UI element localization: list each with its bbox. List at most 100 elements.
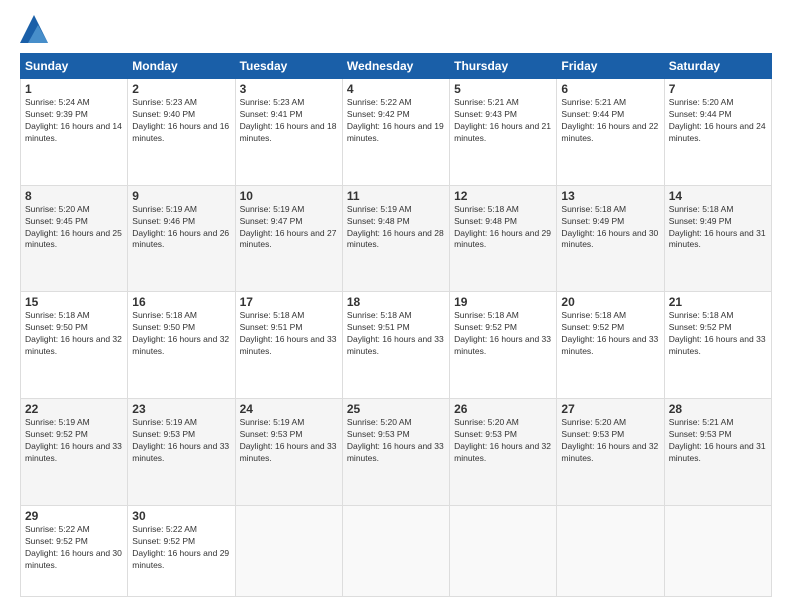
day-info: Sunrise: 5:19 AMSunset: 9:53 PMDaylight:… [240,417,337,463]
day-number: 18 [347,295,445,309]
day-info: Sunrise: 5:22 AMSunset: 9:42 PMDaylight:… [347,97,444,143]
calendar-day-header: Thursday [450,54,557,79]
day-number: 27 [561,402,659,416]
day-number: 5 [454,82,552,96]
calendar-cell: 22 Sunrise: 5:19 AMSunset: 9:52 PMDaylig… [21,399,128,506]
calendar-cell: 12 Sunrise: 5:18 AMSunset: 9:48 PMDaylig… [450,185,557,292]
calendar-day-header: Monday [128,54,235,79]
calendar-cell [235,505,342,596]
calendar-cell: 15 Sunrise: 5:18 AMSunset: 9:50 PMDaylig… [21,292,128,399]
calendar-day-header: Friday [557,54,664,79]
day-info: Sunrise: 5:24 AMSunset: 9:39 PMDaylight:… [25,97,122,143]
calendar-cell: 6 Sunrise: 5:21 AMSunset: 9:44 PMDayligh… [557,79,664,186]
day-info: Sunrise: 5:18 AMSunset: 9:52 PMDaylight:… [561,310,658,356]
calendar-cell: 4 Sunrise: 5:22 AMSunset: 9:42 PMDayligh… [342,79,449,186]
calendar-day-header: Saturday [664,54,771,79]
calendar-cell: 23 Sunrise: 5:19 AMSunset: 9:53 PMDaylig… [128,399,235,506]
calendar-cell: 14 Sunrise: 5:18 AMSunset: 9:49 PMDaylig… [664,185,771,292]
calendar-cell: 5 Sunrise: 5:21 AMSunset: 9:43 PMDayligh… [450,79,557,186]
day-number: 30 [132,509,230,523]
day-number: 24 [240,402,338,416]
day-number: 8 [25,189,123,203]
calendar-cell: 1 Sunrise: 5:24 AMSunset: 9:39 PMDayligh… [21,79,128,186]
calendar-week-row: 8 Sunrise: 5:20 AMSunset: 9:45 PMDayligh… [21,185,772,292]
calendar-cell: 17 Sunrise: 5:18 AMSunset: 9:51 PMDaylig… [235,292,342,399]
day-info: Sunrise: 5:23 AMSunset: 9:40 PMDaylight:… [132,97,229,143]
day-info: Sunrise: 5:21 AMSunset: 9:43 PMDaylight:… [454,97,551,143]
day-number: 21 [669,295,767,309]
day-info: Sunrise: 5:22 AMSunset: 9:52 PMDaylight:… [132,524,229,570]
day-info: Sunrise: 5:20 AMSunset: 9:44 PMDaylight:… [669,97,766,143]
calendar-cell: 21 Sunrise: 5:18 AMSunset: 9:52 PMDaylig… [664,292,771,399]
calendar-week-row: 29 Sunrise: 5:22 AMSunset: 9:52 PMDaylig… [21,505,772,596]
day-info: Sunrise: 5:20 AMSunset: 9:53 PMDaylight:… [347,417,444,463]
calendar-cell: 29 Sunrise: 5:22 AMSunset: 9:52 PMDaylig… [21,505,128,596]
day-number: 29 [25,509,123,523]
day-info: Sunrise: 5:18 AMSunset: 9:52 PMDaylight:… [454,310,551,356]
header [20,15,772,43]
day-info: Sunrise: 5:21 AMSunset: 9:44 PMDaylight:… [561,97,658,143]
calendar-cell: 9 Sunrise: 5:19 AMSunset: 9:46 PMDayligh… [128,185,235,292]
day-info: Sunrise: 5:20 AMSunset: 9:53 PMDaylight:… [561,417,658,463]
day-info: Sunrise: 5:20 AMSunset: 9:45 PMDaylight:… [25,204,122,250]
day-info: Sunrise: 5:19 AMSunset: 9:52 PMDaylight:… [25,417,122,463]
calendar-cell: 16 Sunrise: 5:18 AMSunset: 9:50 PMDaylig… [128,292,235,399]
day-number: 23 [132,402,230,416]
day-info: Sunrise: 5:19 AMSunset: 9:53 PMDaylight:… [132,417,229,463]
calendar-table: SundayMondayTuesdayWednesdayThursdayFrid… [20,53,772,597]
calendar-cell: 7 Sunrise: 5:20 AMSunset: 9:44 PMDayligh… [664,79,771,186]
day-number: 26 [454,402,552,416]
day-number: 19 [454,295,552,309]
day-info: Sunrise: 5:18 AMSunset: 9:50 PMDaylight:… [132,310,229,356]
calendar-cell: 10 Sunrise: 5:19 AMSunset: 9:47 PMDaylig… [235,185,342,292]
day-number: 11 [347,189,445,203]
day-info: Sunrise: 5:18 AMSunset: 9:51 PMDaylight:… [240,310,337,356]
calendar-cell: 24 Sunrise: 5:19 AMSunset: 9:53 PMDaylig… [235,399,342,506]
calendar-cell: 19 Sunrise: 5:18 AMSunset: 9:52 PMDaylig… [450,292,557,399]
page: SundayMondayTuesdayWednesdayThursdayFrid… [0,0,792,612]
day-info: Sunrise: 5:18 AMSunset: 9:49 PMDaylight:… [561,204,658,250]
calendar-cell: 13 Sunrise: 5:18 AMSunset: 9:49 PMDaylig… [557,185,664,292]
calendar-cell [557,505,664,596]
calendar-week-row: 15 Sunrise: 5:18 AMSunset: 9:50 PMDaylig… [21,292,772,399]
calendar-cell: 27 Sunrise: 5:20 AMSunset: 9:53 PMDaylig… [557,399,664,506]
day-number: 13 [561,189,659,203]
day-info: Sunrise: 5:18 AMSunset: 9:49 PMDaylight:… [669,204,766,250]
day-number: 14 [669,189,767,203]
day-number: 1 [25,82,123,96]
calendar-cell [450,505,557,596]
calendar-day-header: Wednesday [342,54,449,79]
calendar-day-header: Tuesday [235,54,342,79]
day-info: Sunrise: 5:19 AMSunset: 9:46 PMDaylight:… [132,204,229,250]
calendar-cell: 30 Sunrise: 5:22 AMSunset: 9:52 PMDaylig… [128,505,235,596]
day-number: 4 [347,82,445,96]
day-info: Sunrise: 5:18 AMSunset: 9:50 PMDaylight:… [25,310,122,356]
day-number: 6 [561,82,659,96]
day-info: Sunrise: 5:23 AMSunset: 9:41 PMDaylight:… [240,97,337,143]
calendar-cell: 25 Sunrise: 5:20 AMSunset: 9:53 PMDaylig… [342,399,449,506]
calendar-cell: 3 Sunrise: 5:23 AMSunset: 9:41 PMDayligh… [235,79,342,186]
calendar-cell: 18 Sunrise: 5:18 AMSunset: 9:51 PMDaylig… [342,292,449,399]
day-number: 9 [132,189,230,203]
calendar-week-row: 1 Sunrise: 5:24 AMSunset: 9:39 PMDayligh… [21,79,772,186]
calendar-cell: 8 Sunrise: 5:20 AMSunset: 9:45 PMDayligh… [21,185,128,292]
logo [20,15,52,43]
calendar-cell: 26 Sunrise: 5:20 AMSunset: 9:53 PMDaylig… [450,399,557,506]
day-info: Sunrise: 5:18 AMSunset: 9:51 PMDaylight:… [347,310,444,356]
calendar-day-header: Sunday [21,54,128,79]
calendar-cell: 2 Sunrise: 5:23 AMSunset: 9:40 PMDayligh… [128,79,235,186]
day-number: 12 [454,189,552,203]
day-number: 10 [240,189,338,203]
logo-icon [20,15,48,43]
calendar-header-row: SundayMondayTuesdayWednesdayThursdayFrid… [21,54,772,79]
day-info: Sunrise: 5:21 AMSunset: 9:53 PMDaylight:… [669,417,766,463]
day-number: 16 [132,295,230,309]
day-info: Sunrise: 5:19 AMSunset: 9:47 PMDaylight:… [240,204,337,250]
day-info: Sunrise: 5:20 AMSunset: 9:53 PMDaylight:… [454,417,551,463]
calendar-cell [342,505,449,596]
day-info: Sunrise: 5:18 AMSunset: 9:48 PMDaylight:… [454,204,551,250]
day-number: 17 [240,295,338,309]
day-info: Sunrise: 5:22 AMSunset: 9:52 PMDaylight:… [25,524,122,570]
day-number: 22 [25,402,123,416]
day-number: 28 [669,402,767,416]
